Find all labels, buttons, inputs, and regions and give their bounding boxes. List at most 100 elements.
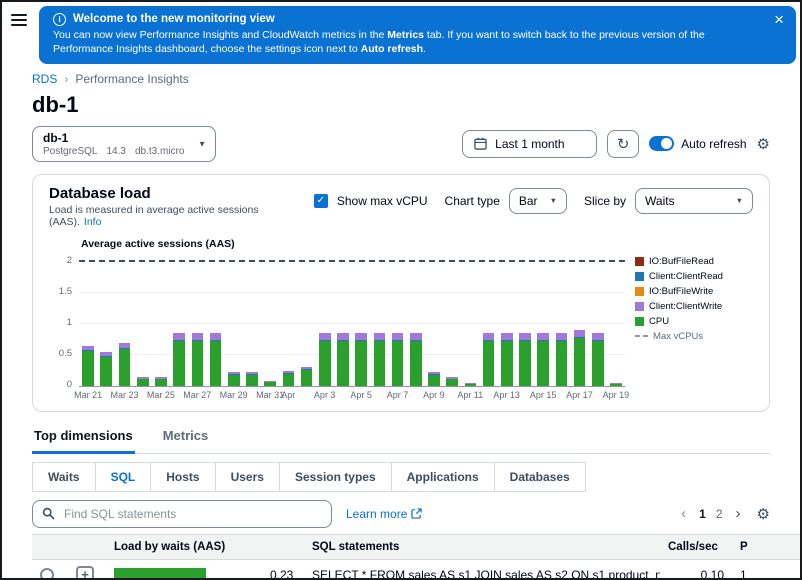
column-header-expand <box>68 534 106 559</box>
instance-engine: PostgreSQL <box>43 146 97 157</box>
bar-mar-23[interactable] <box>115 256 133 386</box>
calendar-icon <box>474 137 487 150</box>
show-max-vcpu-label: Show max vCPU <box>337 194 428 208</box>
time-range-value: Last 1 month <box>495 137 564 151</box>
instance-selector[interactable]: db-1 PostgreSQL 14.3 db.t3.micro ▼ <box>32 126 216 162</box>
breadcrumb: RDS›Performance Insights <box>32 72 770 86</box>
bar-apr-6[interactable] <box>370 256 388 386</box>
bar-apr-18[interactable] <box>589 256 607 386</box>
x-tick-label: Apr 19 <box>603 390 630 400</box>
dimension-tab-applications[interactable]: Applications <box>391 462 495 492</box>
bar-apr-2[interactable] <box>297 256 315 386</box>
legend-item-client-clientwrite: Client:ClientWrite <box>635 301 753 312</box>
breadcrumb-rds[interactable]: RDS <box>32 72 57 86</box>
bar-apr-19[interactable] <box>607 256 625 386</box>
bar-mar-27[interactable] <box>188 256 206 386</box>
dimension-tab-hosts[interactable]: Hosts <box>150 462 215 492</box>
table-row[interactable]: +0.23SELECT * FROM sales AS s1 JOIN sale… <box>32 559 802 580</box>
breadcrumb-separator: › <box>64 72 68 86</box>
x-tick-label: Apr 9 <box>423 390 445 400</box>
expand-row-button[interactable]: + <box>76 566 94 580</box>
dimension-tab-waits[interactable]: Waits <box>32 462 96 492</box>
main-content: RDS›Performance Insights db-1 db-1 Postg… <box>2 72 800 580</box>
bar-mar-28[interactable] <box>206 256 224 386</box>
page-2[interactable]: 2 <box>711 505 728 523</box>
time-range-picker[interactable]: Last 1 month <box>462 130 597 158</box>
dimension-tab-databases[interactable]: Databases <box>494 462 586 492</box>
x-tick-label: Apr 3 <box>314 390 336 400</box>
bar-mar-26[interactable] <box>170 256 188 386</box>
load-chart: Average active sessions (AAS) 00.511.52 … <box>49 238 753 403</box>
page-title: db-1 <box>32 92 770 118</box>
x-tick-label: Mar 23 <box>110 390 138 400</box>
legend-item-client-clientread: Client:ClientRead <box>635 271 753 282</box>
show-max-vcpu-checkbox[interactable]: ✓ <box>314 194 328 208</box>
bar-apr-13[interactable] <box>498 256 516 386</box>
chart-type-select[interactable]: Bar ▼ <box>509 188 567 214</box>
sql-search-box[interactable] <box>32 500 332 528</box>
bar-apr-11[interactable] <box>461 256 479 386</box>
bar-apr-9[interactable] <box>425 256 443 386</box>
next-page-icon[interactable]: › <box>732 505 745 522</box>
dimension-tab-users[interactable]: Users <box>215 462 280 492</box>
bar-apr-8[interactable] <box>407 256 425 386</box>
close-icon[interactable]: × <box>774 11 784 28</box>
legend-item-io-buffilewrite: IO:BufFileWrite <box>635 286 753 297</box>
bar-mar-25[interactable] <box>152 256 170 386</box>
chart-legend: IO:BufFileReadClient:ClientReadIO:BufFil… <box>625 238 753 403</box>
bar-mar-31[interactable] <box>261 256 279 386</box>
bar-apr-7[interactable] <box>388 256 406 386</box>
bar-mar-22[interactable] <box>97 256 115 386</box>
settings-gear-icon[interactable]: ⚙ <box>757 135 770 153</box>
bar-apr-5[interactable] <box>352 256 370 386</box>
external-link-icon <box>411 508 422 519</box>
search-input[interactable] <box>62 506 322 522</box>
refresh-button[interactable]: ↻ <box>607 130 639 158</box>
legend-swatch-icon <box>635 257 644 266</box>
x-tick-label: Apr 17 <box>566 390 593 400</box>
bar-apr-16[interactable] <box>552 256 570 386</box>
instance-name: db-1 <box>43 131 191 145</box>
auto-refresh-toggle[interactable] <box>649 136 674 151</box>
bar-apr-12[interactable] <box>479 256 497 386</box>
calls-per-sec: 0.10 <box>660 559 732 580</box>
dimension-tab-session-types[interactable]: Session types <box>279 462 392 492</box>
page-1[interactable]: 1 <box>694 505 711 523</box>
dimension-tab-sql[interactable]: SQL <box>95 462 152 492</box>
bar-apr-4[interactable] <box>334 256 352 386</box>
slice-by-select[interactable]: Waits ▼ <box>635 188 753 214</box>
bars-area <box>79 256 625 386</box>
x-tick-label: Apr 5 <box>350 390 372 400</box>
bar-apr-3[interactable] <box>316 256 334 386</box>
bar-mar-30[interactable] <box>243 256 261 386</box>
bar-apr-1[interactable] <box>279 256 297 386</box>
bar-apr-15[interactable] <box>534 256 552 386</box>
tab-top-dimensions[interactable]: Top dimensions <box>32 424 135 454</box>
legend-label: Client:ClientWrite <box>649 301 722 312</box>
x-tick-label: Apr 11 <box>457 390 483 400</box>
tab-metrics[interactable]: Metrics <box>161 424 211 454</box>
info-banner: i Welcome to the new monitoring view You… <box>39 6 796 64</box>
info-link[interactable]: Info <box>84 216 102 228</box>
legend-swatch-icon <box>635 272 644 281</box>
bar-mar-24[interactable] <box>134 256 152 386</box>
refresh-icon: ↻ <box>617 135 630 153</box>
database-load-panel: Database load Load is measured in averag… <box>32 174 770 412</box>
chevron-down-icon: ▼ <box>736 196 743 205</box>
y-tick-label: 2 <box>67 255 72 266</box>
app-window: i Welcome to the new monitoring view You… <box>0 0 802 580</box>
x-tick-label: Apr 13 <box>493 390 520 400</box>
instance-meta: PostgreSQL 14.3 db.t3.micro <box>43 146 191 157</box>
bar-apr-14[interactable] <box>516 256 534 386</box>
bar-apr-17[interactable] <box>570 256 588 386</box>
bar-apr-10[interactable] <box>443 256 461 386</box>
prev-page-icon[interactable]: ‹ <box>677 505 690 522</box>
bar-mar-21[interactable] <box>79 256 97 386</box>
row-radio[interactable] <box>40 568 54 580</box>
info-icon: i <box>53 13 66 26</box>
hamburger-menu-icon[interactable] <box>2 6 39 64</box>
table-settings-gear-icon[interactable]: ⚙ <box>757 505 770 523</box>
sql-toolbar: Learn more ‹ 12 › ⚙ <box>32 500 770 528</box>
learn-more-link[interactable]: Learn more <box>346 507 422 521</box>
bar-mar-29[interactable] <box>225 256 243 386</box>
